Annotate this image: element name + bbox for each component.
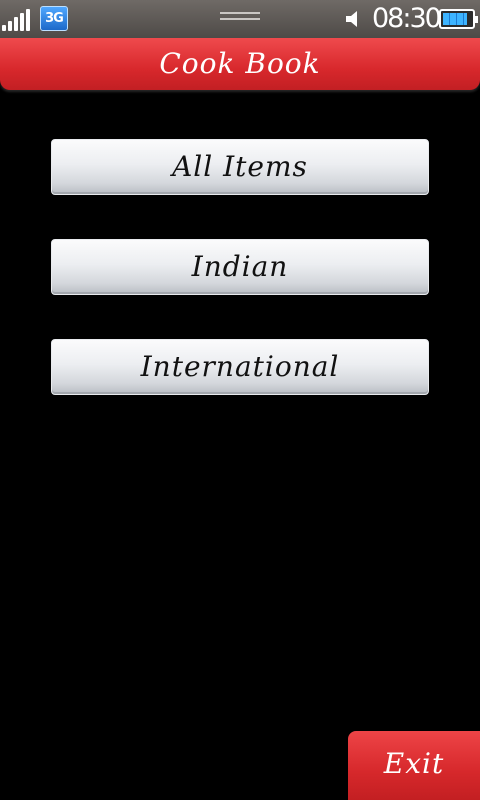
battery-level-fill <box>443 13 467 25</box>
all-items-button[interactable]: All Items <box>51 139 429 195</box>
indian-button[interactable]: Indian <box>51 239 429 295</box>
title-bar: Cook Book <box>0 38 480 90</box>
network-3g-icon: 3G <box>40 6 68 31</box>
international-button[interactable]: International <box>51 339 429 395</box>
cookbook-screen: 3G 08:30 Cook Book All Items Indian Inte… <box>0 0 480 800</box>
status-bar: 3G 08:30 <box>0 0 480 38</box>
page-title: Cook Book <box>159 47 321 80</box>
speaker-icon <box>343 8 365 30</box>
exit-button[interactable]: Exit <box>348 731 480 800</box>
battery-icon <box>439 9 478 29</box>
network-type-label: 3G <box>45 11 64 26</box>
drag-handle-icon[interactable] <box>220 12 260 24</box>
signal-strength-icon <box>2 7 30 31</box>
status-clock: 08:30 <box>372 3 442 34</box>
